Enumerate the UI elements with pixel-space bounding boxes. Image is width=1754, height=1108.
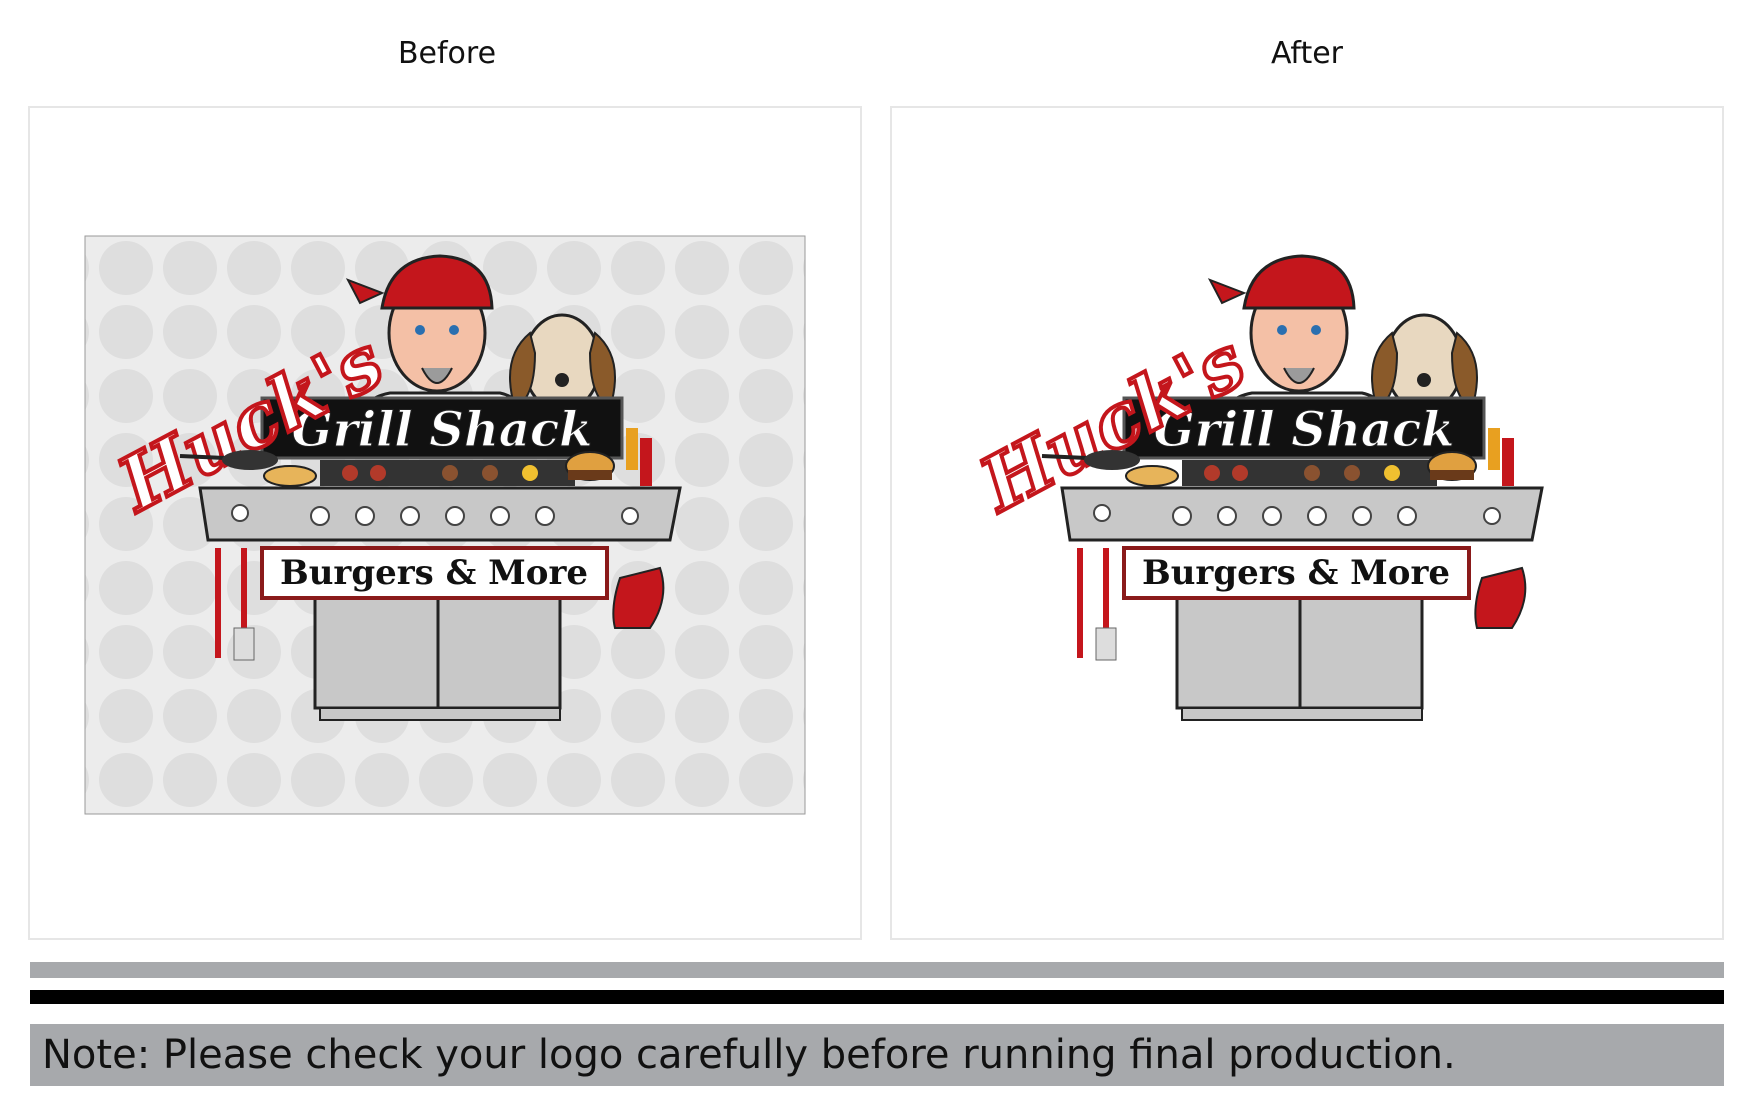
note-bar: Note: Please check your logo carefully b…: [30, 1024, 1724, 1086]
ketchup-bottle-icon: [1502, 438, 1514, 486]
before-label: Before: [397, 36, 497, 71]
tagline: Burgers & More: [280, 553, 588, 593]
oven-mitt-icon: [1474, 566, 1527, 629]
mustard-bottle-icon: [1488, 428, 1500, 470]
oven-mitt-icon: [612, 566, 665, 629]
ketchup-bottle-icon: [640, 438, 652, 486]
divider-gray: [30, 962, 1724, 978]
note-text: Note: Please check your logo carefully b…: [42, 1032, 1456, 1078]
burger-icon: [565, 451, 615, 481]
before-panel: Grill Shack Huck's Burgers & More: [28, 106, 862, 940]
mustard-bottle-icon: [626, 428, 638, 470]
spatula-icon: [1095, 548, 1117, 661]
hotdog-icon: [263, 465, 317, 487]
before-logo: Grill Shack Huck's Burgers & More: [84, 235, 806, 815]
hotdog-icon: [1125, 465, 1179, 487]
after-logo: Grill Shack Huck's Burgers & More: [964, 254, 1544, 721]
burger-icon: [1427, 451, 1477, 481]
divider-black: [30, 990, 1724, 1004]
tagline: Burgers & More: [1142, 553, 1450, 593]
after-label: After: [1270, 36, 1344, 71]
after-panel: Grill Shack Huck's Burgers & More: [890, 106, 1724, 940]
